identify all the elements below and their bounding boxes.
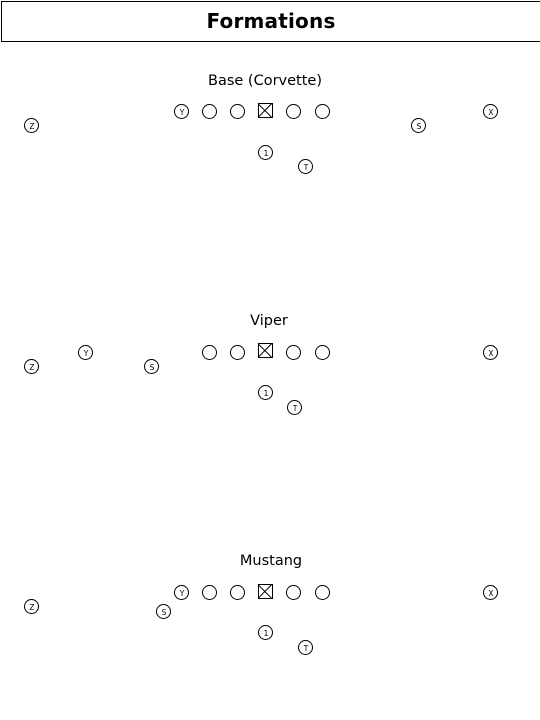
open-circle-icon [201, 584, 217, 600]
formation-title: Viper [250, 313, 288, 329]
player-marker-s: S [410, 117, 426, 133]
open-circle-icon [285, 103, 301, 119]
player-label: 1 [263, 628, 269, 638]
player-label: T [303, 643, 309, 653]
player-marker-y: Y [173, 584, 189, 600]
player-marker-z: Z [23, 117, 39, 133]
player-label: Y [179, 107, 185, 117]
player-label: T [292, 403, 298, 413]
player-marker-s: S [143, 358, 159, 374]
open-circle-icon [314, 103, 330, 119]
open-circle-icon [314, 584, 330, 600]
player-marker-x: X [482, 344, 498, 360]
player-label: 1 [263, 388, 269, 398]
open-circle-icon [229, 584, 245, 600]
player-marker-1: 1 [257, 624, 273, 640]
player-marker-y: Y [173, 103, 189, 119]
player-label: Z [29, 362, 35, 372]
player-marker-1: 1 [257, 384, 273, 400]
open-circle-icon [285, 584, 301, 600]
open-circle-icon [201, 344, 217, 360]
player-marker-x: X [482, 584, 498, 600]
player-label: Z [29, 602, 35, 612]
formation-title: Mustang [239, 553, 303, 569]
player-marker-x: X [482, 103, 498, 119]
player-marker-t: T [286, 399, 302, 415]
player-marker-s: S [155, 603, 171, 619]
open-circle-icon [229, 344, 245, 360]
formation-title: Base (Corvette) [208, 73, 322, 89]
player-marker-t: T [297, 639, 313, 655]
open-circle-icon [285, 344, 301, 360]
player-marker-1: 1 [257, 144, 273, 160]
player-label: S [161, 607, 167, 617]
player-label: 1 [263, 148, 269, 158]
formations-diagram: Base (Corvette) Z Y S X 1 T Viper Z Y S X 1 T Mustang Z… [0, 0, 540, 720]
player-marker-y: Y [77, 344, 93, 360]
player-label: X [488, 588, 494, 598]
player-marker-t: T [297, 158, 313, 174]
player-label: Z [29, 121, 35, 131]
boxed-x-center-icon [257, 342, 273, 358]
player-label: Y [179, 588, 185, 598]
player-label: X [488, 107, 494, 117]
player-marker-z: Z [23, 598, 39, 614]
player-label: X [488, 348, 494, 358]
player-marker-z: Z [23, 358, 39, 374]
player-label: S [149, 362, 155, 372]
player-label: T [303, 162, 309, 172]
boxed-x-center-icon [257, 102, 273, 118]
open-circle-icon [229, 103, 245, 119]
boxed-x-center-icon [257, 583, 273, 599]
open-circle-icon [314, 344, 330, 360]
player-label: Y [83, 348, 89, 358]
player-label: S [416, 121, 422, 131]
open-circle-icon [201, 103, 217, 119]
